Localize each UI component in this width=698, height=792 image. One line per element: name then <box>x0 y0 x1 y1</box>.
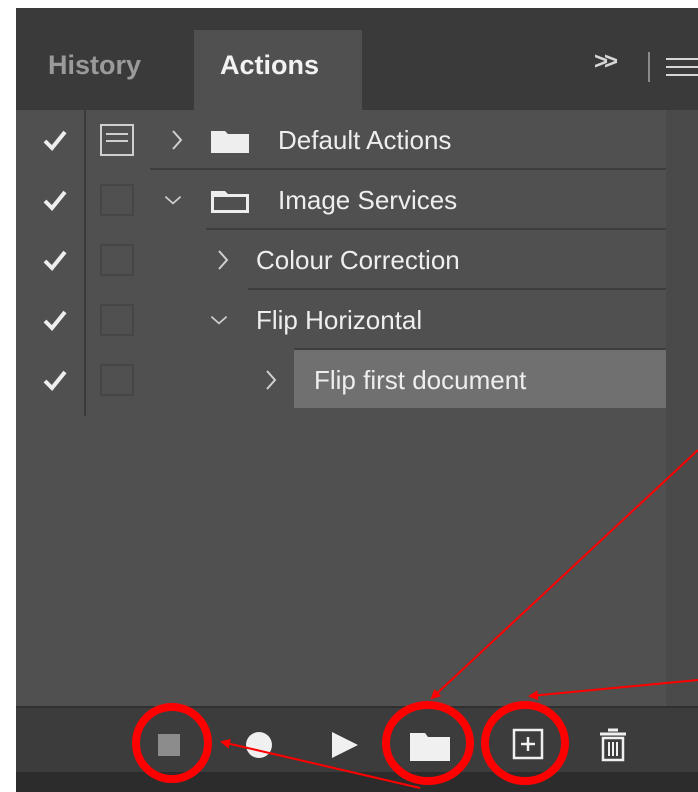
chevron-right-icon[interactable] <box>166 127 188 153</box>
list-item[interactable]: Flip Horizontal <box>16 290 666 350</box>
header-divider <box>648 52 650 82</box>
dialog-toggle[interactable] <box>100 124 134 156</box>
chevron-right-icon[interactable] <box>212 247 234 273</box>
create-new-set-button[interactable] <box>408 730 452 762</box>
list-item-selected[interactable]: Flip first document <box>16 350 666 410</box>
scrollbar[interactable] <box>666 110 698 706</box>
stop-recording-button[interactable] <box>158 734 180 756</box>
list-item[interactable]: Image Services <box>16 170 666 230</box>
chevron-down-icon[interactable] <box>162 187 184 213</box>
open-folder-icon <box>211 191 249 213</box>
dialog-toggle[interactable] <box>100 304 134 336</box>
checkmark-icon[interactable] <box>42 248 68 272</box>
tab-bar: History Actions >> <box>16 8 698 110</box>
action-set-label: Image Services <box>278 185 458 215</box>
list-item[interactable]: Default Actions <box>16 110 666 170</box>
dialog-toggle[interactable] <box>100 184 134 216</box>
action-label: Flip Horizontal <box>256 305 423 335</box>
panel-bottom-edge <box>16 772 698 792</box>
tab-actions[interactable]: Actions <box>194 30 362 110</box>
tab-history[interactable]: History <box>16 30 191 110</box>
dialog-toggle[interactable] <box>100 244 134 276</box>
action-label: Colour Correction <box>256 245 460 275</box>
begin-recording-button[interactable] <box>246 732 272 758</box>
create-new-action-button[interactable] <box>512 728 544 760</box>
folder-icon <box>211 131 249 153</box>
actions-list: Default Actions Image Services Colour Co… <box>16 110 698 706</box>
checkmark-icon[interactable] <box>42 368 68 392</box>
actions-panel: History Actions >> Default Actions Image… <box>16 8 698 792</box>
delete-button[interactable] <box>598 726 628 762</box>
checkmark-icon[interactable] <box>42 128 68 152</box>
list-item[interactable]: Colour Correction <box>16 230 666 290</box>
action-set-label: Default Actions <box>278 125 452 155</box>
chevron-down-icon[interactable] <box>208 307 230 333</box>
play-selection-button[interactable] <box>332 732 358 758</box>
panel-menu-icon[interactable] <box>666 58 698 78</box>
collapse-panel-icon[interactable]: >> <box>594 48 618 76</box>
action-step-label: Flip first document <box>314 365 527 395</box>
checkmark-icon[interactable] <box>42 308 68 332</box>
checkmark-icon[interactable] <box>42 188 68 212</box>
chevron-right-icon[interactable] <box>260 367 282 393</box>
dialog-toggle[interactable] <box>100 364 134 396</box>
